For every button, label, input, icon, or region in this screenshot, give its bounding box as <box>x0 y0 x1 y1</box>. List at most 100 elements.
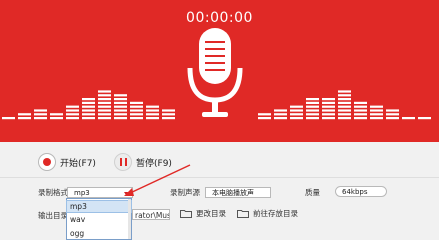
equalizer-bar-segment <box>66 105 79 108</box>
equalizer-bar-segment <box>322 98 335 101</box>
equalizer-bar-segment <box>322 113 335 116</box>
equalizer-bar-segment <box>338 101 351 104</box>
source-select[interactable]: 本电脑播放声 <box>205 187 271 198</box>
equalizer-bar-segment <box>162 117 175 120</box>
equalizer-bar-segment <box>130 109 143 112</box>
source-label: 录制声源 <box>170 188 200 197</box>
equalizer-bar-segment <box>338 90 351 93</box>
equalizer-bar-segment <box>82 117 95 120</box>
equalizer-bar-segment <box>306 113 319 116</box>
equalizer-bar-segment <box>338 94 351 97</box>
equalizer-bar-segment <box>146 109 159 112</box>
equalizer-bar-segment <box>402 117 415 120</box>
equalizer-bar-segment <box>274 109 287 112</box>
equalizer-bar-segment <box>34 113 47 116</box>
quality-select[interactable]: 64kbps <box>335 186 387 197</box>
equalizer-bar-segment <box>274 113 287 116</box>
equalizer-bar-segment <box>114 109 127 112</box>
equalizer-bar-segment <box>322 105 335 108</box>
equalizer-bar-segment <box>162 113 175 116</box>
equalizer-bar-segment <box>130 117 143 120</box>
equalizer-bar-segment <box>66 109 79 112</box>
equalizer-bar-segment <box>306 117 319 120</box>
equalizer-bar-segment <box>370 109 383 112</box>
equalizer-bar-segment <box>338 98 351 101</box>
equalizer-bar-segment <box>114 117 127 120</box>
equalizer-bar-segment <box>114 101 127 104</box>
chevron-down-icon <box>124 192 128 195</box>
format-option-ogg[interactable]: ogg <box>67 228 131 239</box>
open-dir-label: 前往存放目录 <box>253 209 298 218</box>
output-path-field[interactable]: rator\Music <box>132 209 170 220</box>
equalizer-bar-segment <box>306 109 319 112</box>
equalizer-bar-segment <box>114 105 127 108</box>
change-dir-button[interactable]: 更改目录 <box>180 208 226 219</box>
equalizer-bar-segment <box>98 109 111 112</box>
equalizer-bar-segment <box>146 113 159 116</box>
equalizer-bar-segment <box>354 105 367 108</box>
format-select-value: mp3 <box>74 189 90 197</box>
equalizer-bar-segment <box>130 113 143 116</box>
equalizer-bar-segment <box>114 113 127 116</box>
microphone-icon <box>187 28 243 117</box>
quality-select-value: 64kbps <box>342 188 368 196</box>
source-select-value: 本电脑播放声 <box>212 189 254 197</box>
equalizer-bar-segment <box>34 109 47 112</box>
pause-button[interactable]: 暂停(F9) <box>114 151 172 173</box>
format-label: 录制格式 <box>38 188 68 197</box>
equalizer-bar-segment <box>338 113 351 116</box>
equalizer-bar-segment <box>418 117 431 120</box>
change-dir-label: 更改目录 <box>196 209 226 218</box>
pause-icon <box>114 153 132 171</box>
equalizer-bar-segment <box>146 105 159 108</box>
equalizer-bar-segment <box>370 117 383 120</box>
equalizer-bar-segment <box>82 113 95 116</box>
equalizer-bar-segment <box>338 117 351 120</box>
equalizer-bar-segment <box>322 101 335 104</box>
equalizer-bar-segment <box>258 117 271 120</box>
equalizer-bar-segment <box>114 98 127 101</box>
equalizer-bar-segment <box>146 117 159 120</box>
equalizer-bar-segment <box>130 105 143 108</box>
equalizer-bar-segment <box>354 117 367 120</box>
equalizer-bar-segment <box>290 117 303 120</box>
format-option-wav[interactable]: wav <box>67 214 131 225</box>
equalizer-bar-segment <box>290 109 303 112</box>
start-button[interactable]: 开始(F7) <box>38 151 96 173</box>
equalizer-bar-segment <box>258 113 271 116</box>
equalizer-bar-segment <box>98 94 111 97</box>
equalizer-bar-segment <box>370 113 383 116</box>
open-dir-button[interactable]: 前往存放目录 <box>237 208 298 219</box>
recording-timer: 00:00:00 <box>186 10 253 26</box>
format-select[interactable]: mp3 <box>67 187 133 198</box>
quality-label: 质量 <box>305 188 320 197</box>
equalizer-bar-segment <box>386 109 399 112</box>
equalizer-bar-segment <box>82 98 95 101</box>
record-icon <box>38 153 56 171</box>
equalizer-bar-segment <box>370 105 383 108</box>
equalizer-bar-segment <box>290 113 303 116</box>
format-option-mp3[interactable]: mp3 <box>66 200 132 213</box>
equalizer-bar-segment <box>338 109 351 112</box>
equalizer-bar-segment <box>290 105 303 108</box>
equalizer-bar-segment <box>18 113 31 116</box>
equalizer-bar-segment <box>98 117 111 120</box>
recording-banner: 00:00:00 <box>0 0 439 142</box>
equalizer-bar-segment <box>18 117 31 120</box>
equalizer-bar-segment <box>130 101 143 104</box>
equalizer-bar-segment <box>82 109 95 112</box>
equalizer-bar-segment <box>354 113 367 116</box>
equalizer-bar-segment <box>386 113 399 116</box>
equalizer-bar-segment <box>338 105 351 108</box>
equalizer-bar-segment <box>50 117 63 120</box>
open-folder-icon <box>237 210 249 218</box>
equalizer-bar-segment <box>306 98 319 101</box>
equalizer-bar-segment <box>98 105 111 108</box>
dropdown-scrollbar[interactable] <box>128 199 131 239</box>
recorder-window: 00:00:00 开始(F7) 暂停(F9) 录制格式 mp3 录制声源 本电脑… <box>0 0 439 240</box>
equalizer-bar-segment <box>322 109 335 112</box>
output-path-value: rator\Music <box>135 211 169 220</box>
equalizer-bar-segment <box>354 109 367 112</box>
equalizer-bar-segment <box>98 98 111 101</box>
equalizer-bar-segment <box>162 109 175 112</box>
